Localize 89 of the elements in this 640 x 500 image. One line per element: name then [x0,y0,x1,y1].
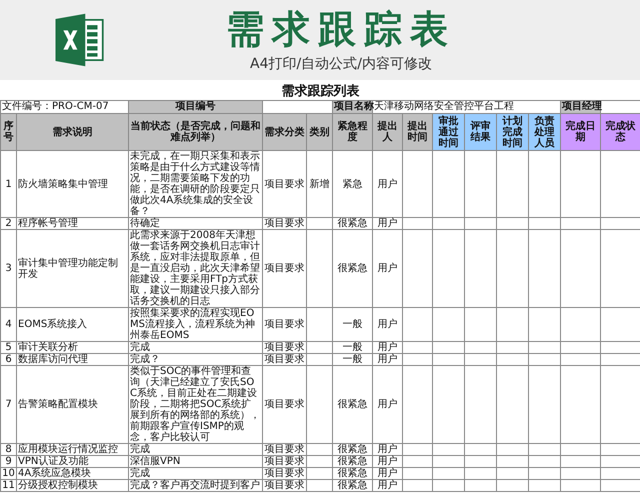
table-cell: 项目要求 [262,444,306,456]
column-header: 需求说明 [16,114,128,150]
table-cell: 用户 [372,218,402,230]
table-cell: 用户 [372,366,402,444]
column-header: 提出人 [372,114,402,150]
table-cell: 深信服VPN [128,456,262,468]
table-cell: 项目要求 [262,218,306,230]
table-cell: 3 [0,230,16,308]
table-cell: 完成 [128,342,262,354]
table-cell: 8 [0,444,16,456]
table-cell: 项目要求 [262,354,306,366]
table-cell: 用户 [372,354,402,366]
column-header: 提出时间 [402,114,432,150]
column-header: 完成日期 [560,114,600,150]
column-header: 序号 [0,114,16,150]
table-cell: 项目要求 [262,150,306,218]
field-label: 项目名称 [332,100,372,114]
table-cell: 项目要求 [262,308,306,342]
table-cell: 完成 [128,468,262,480]
field-value: 文件编号：PRO-CM-07 [0,100,128,114]
field-label: 项目编号 [128,100,262,114]
table-cell: VPN认证及功能 [16,456,128,468]
column-header: 评审结果 [464,114,496,150]
column-header: 计划完成时间 [496,114,528,150]
table-cell: 项目要求 [262,468,306,480]
table-cell: 按照集采要求的流程实现EOMS流程接入，流程系统为神州泰岳EOMS [128,308,262,342]
table-cell: 4A系统应急模块 [16,468,128,480]
table-cell: 项目要求 [262,342,306,354]
table-cell: 用户 [372,150,402,218]
table-cell: 很紧急 [332,230,372,308]
table-cell: 应用模块运行情况监控 [16,444,128,456]
column-header: 紧急程度 [332,114,372,150]
banner-subtitle: A4打印/自动公式/内容可修改 [250,55,432,73]
table-cell: 完成 [128,444,262,456]
table-cell: 7 [0,366,16,444]
table-cell: 告警策略配置模块 [16,366,128,444]
column-header: 完成状态 [600,114,640,150]
banner-title: 需求跟踪表 [226,7,456,51]
table-cell: 很紧急 [332,468,372,480]
table-cell: 一般 [332,342,372,354]
table-cell: 4 [0,308,16,342]
table-cell: 10 [0,468,16,480]
column-header: 负责处理人员 [528,114,560,150]
table-cell: 审计集中管理功能定制开发 [16,230,128,308]
table-cell: 完成？ [128,354,262,366]
table-cell: 未完成，在一期只采集和表示策略是由于什么方式建设等情况，二期需要策略下发的功能，是否在调研的阶段要定只做此次4A系统集成的安全设备？ [128,150,262,218]
table-cell: 很紧急 [332,456,372,468]
table-cell: 11 [0,480,16,492]
table-cell: EOMS系统接入 [16,308,128,342]
column-header: 类别 [306,114,332,150]
column-header: 需求分类 [262,114,306,150]
table-cell: 6 [0,354,16,366]
sheet-title: 需求跟踪列表 [0,84,640,100]
table-cell: 待确定 [128,218,262,230]
table-cell: 一般 [332,308,372,342]
table-cell: 5 [0,342,16,354]
table-cell: 很紧急 [332,218,372,230]
table-cell: 审计关联分析 [16,342,128,354]
table-cell: 很紧急 [332,366,372,444]
table-cell: 程序帐号管理 [16,218,128,230]
table-cell: 项目要求 [262,230,306,308]
column-header: 当前状态（是否完成，问题和难点列举） [128,114,262,150]
table-cell: 用户 [372,230,402,308]
table-cell: 此需求来源于2008年天津想做一套话务网交换机日志审计系统，应对非法提取原单，但是一直没启动，此次天津希望能建设，主要采用FTp方式获取，建议一期建设只接入部分话务交换机的日志 [128,230,262,308]
table-cell: 用户 [372,444,402,456]
table-cell: 数据库访问代理 [16,354,128,366]
table-cell: 用户 [372,468,402,480]
table-cell: 类似于SOC的事件管理和查询（天津已经建立了安氏SOC系统，目前正处在二期建设阶段，二期将把SOC系统扩展到所有的网络部的系统），前期跟客户宣传ISMP的观念，客户比较认可 [128,366,262,444]
table-cell: 2 [0,218,16,230]
table-cell: 紧急 [332,150,372,218]
table-cell: 很紧急 [332,444,372,456]
table-cell: 1 [0,150,16,218]
field-label: 项目经理 [560,100,600,114]
table-cell: 防火墙策略集中管理 [16,150,128,218]
table-cell: 项目要求 [262,456,306,468]
table-cell: 用户 [372,456,402,468]
table-cell: 新增 [306,150,332,218]
table-cell: 完成？客户再交流时提到客户 [128,480,262,492]
field-value: 天津移动网络安全管控平台工程 [372,100,560,114]
table-cell: 9 [0,456,16,468]
table-cell: 分级授权控制模块 [16,480,128,492]
table-cell: 一般 [332,354,372,366]
table-cell: 项目要求 [262,366,306,444]
table-cell: 很紧急 [332,480,372,492]
table-cell: 用户 [372,480,402,492]
table-cell: 用户 [372,308,402,342]
table-cell: 用户 [372,342,402,354]
column-header: 审批通过时间 [432,114,464,150]
table-cell: 项目要求 [262,480,306,492]
